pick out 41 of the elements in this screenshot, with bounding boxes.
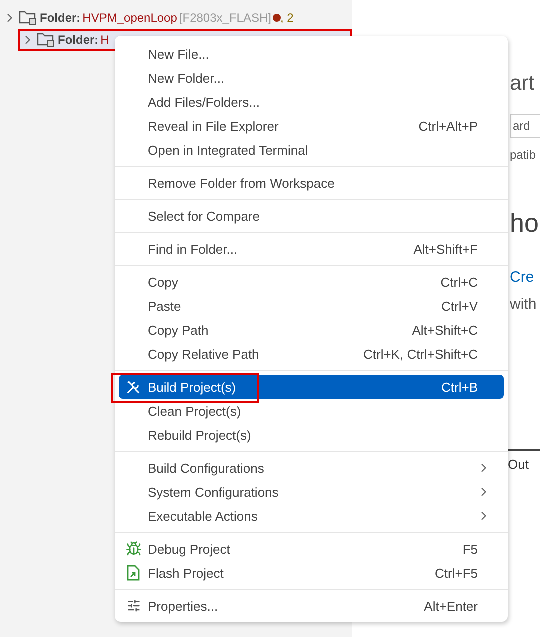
- menu-label: Find in Folder...: [148, 242, 238, 256]
- page-title: art: [510, 72, 536, 96]
- shortcut-text: Alt+Enter: [424, 598, 478, 614]
- folder-name: HVPM_openLoop: [82, 11, 178, 25]
- note-text: patib: [510, 148, 538, 162]
- shortcut-text: Ctrl+Alt+P: [418, 118, 478, 134]
- menu-label: Build Project(s): [148, 380, 236, 394]
- shortcut-text: Alt+Shift+C: [412, 322, 478, 338]
- menu-label: Executable Actions: [148, 508, 258, 524]
- shortcut-text: Ctrl+F5: [435, 566, 478, 580]
- folder-label: Folder:: [40, 11, 81, 25]
- build-config: [F2803x_FLASH]: [179, 11, 272, 25]
- problem-count: , 2: [280, 11, 294, 25]
- menu-label: Properties...: [148, 598, 218, 614]
- menu-label: Flash Project: [148, 566, 224, 580]
- folder-name: H: [100, 33, 110, 47]
- menu-label: Open in Integrated Terminal: [148, 142, 308, 158]
- shortcut-text: F5: [462, 542, 478, 556]
- shortcut-text: Ctrl+K, Ctrl+Shift+C: [363, 346, 478, 362]
- menu-label: New File...: [148, 46, 210, 62]
- shortcut-text: Ctrl+C: [440, 274, 478, 290]
- body-text: with: [510, 296, 538, 313]
- menu-label: System Configurations: [148, 484, 279, 500]
- shortcut-text: Alt+Shift+F: [414, 242, 478, 256]
- menu-label: Copy: [148, 274, 178, 290]
- section-heading: ho: [510, 208, 540, 239]
- menu-label: Debug Project: [148, 542, 230, 556]
- menu-label: Remove Folder from Workspace: [148, 176, 335, 190]
- menu-label: Copy Relative Path: [148, 346, 260, 362]
- menu-label: Rebuild Project(s): [148, 428, 252, 442]
- menu-label: Build Configurations: [148, 460, 264, 476]
- folder-label: Folder:: [58, 33, 99, 47]
- menu-label: Clean Project(s): [148, 404, 242, 418]
- menu-label: Add Files/Folders...: [148, 94, 260, 110]
- shortcut-text: Ctrl+B: [442, 380, 478, 394]
- menu-label: New Folder...: [148, 70, 225, 86]
- menu-label: Paste: [148, 298, 182, 314]
- menu-label: Copy Path: [148, 322, 209, 338]
- menu-label: Reveal in File Explorer: [148, 118, 279, 134]
- menu-label: Select for Compare: [148, 208, 260, 224]
- shortcut-text: Ctrl+V: [442, 298, 478, 314]
